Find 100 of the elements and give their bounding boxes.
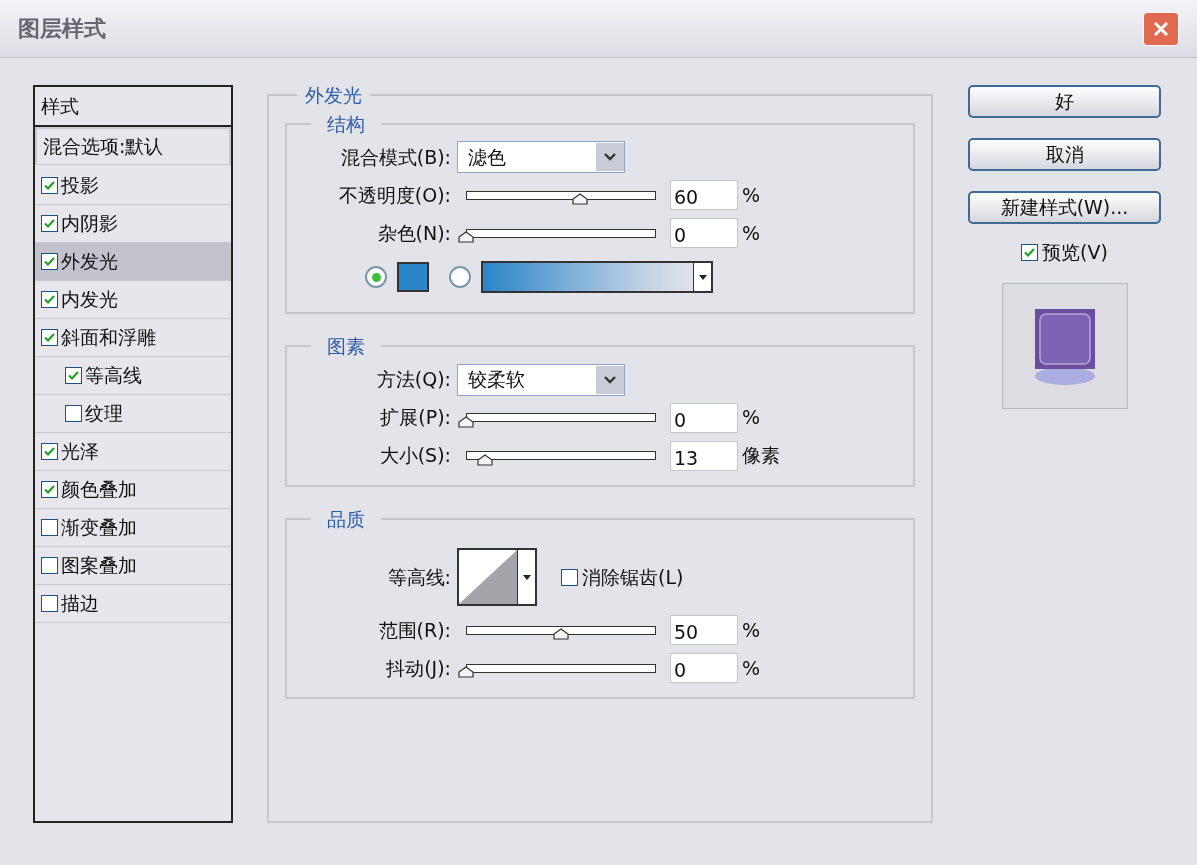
- unit-label: %: [742, 182, 761, 208]
- contour-curve-icon: [459, 550, 517, 604]
- checkbox[interactable]: [65, 367, 82, 384]
- group-title: 图素: [326, 334, 366, 359]
- item-label: 内阴影: [61, 211, 118, 237]
- unit-label: %: [742, 405, 761, 431]
- value-field[interactable]: 50: [670, 615, 738, 645]
- field-label: 范围(R):: [377, 617, 452, 643]
- item-label: 图案叠加: [61, 553, 137, 579]
- style-list-item[interactable]: 图案叠加: [35, 547, 231, 585]
- field-label: 等高线:: [386, 564, 452, 590]
- checkbox[interactable]: [41, 177, 58, 194]
- style-list-item[interactable]: 内发光: [35, 281, 231, 319]
- style-list-item[interactable]: 混合选项:默认: [35, 127, 231, 165]
- dropdown-value: 滤色: [467, 144, 507, 170]
- contour-picker[interactable]: [457, 548, 537, 606]
- checkbox[interactable]: [41, 557, 58, 574]
- checkbox[interactable]: [41, 215, 58, 232]
- style-list-item[interactable]: 渐变叠加: [35, 509, 231, 547]
- checkbox[interactable]: [41, 253, 58, 270]
- style-list-item[interactable]: 描边: [35, 585, 231, 623]
- field-label: 大小(S):: [378, 443, 452, 469]
- checkbox[interactable]: [41, 519, 58, 536]
- style-list-item[interactable]: 光泽: [35, 433, 231, 471]
- checkmark-icon: [44, 332, 55, 343]
- checkbox-label: 预览(V): [1042, 240, 1108, 265]
- item-label: 内发光: [61, 287, 118, 313]
- style-list-item[interactable]: 颜色叠加: [35, 471, 231, 509]
- radio-button[interactable]: [449, 266, 471, 288]
- slider-thumb[interactable]: [552, 628, 570, 640]
- slider-thumb[interactable]: [457, 666, 475, 678]
- checkbox[interactable]: [41, 443, 58, 460]
- value-field[interactable]: 0: [670, 653, 738, 683]
- window-title: 图层样式: [18, 15, 106, 43]
- gradient-picker[interactable]: [481, 261, 713, 293]
- dropdown[interactable]: 滤色: [457, 141, 625, 173]
- checkmark-icon: [44, 218, 55, 229]
- value-field[interactable]: 60: [670, 180, 738, 210]
- dialog-button[interactable]: 新建样式(W)...: [968, 191, 1161, 224]
- field-label: 不透明度(O):: [337, 182, 452, 208]
- field-label: 抖动(J):: [385, 655, 452, 681]
- checkbox[interactable]: [41, 291, 58, 308]
- item-label: 投影: [61, 173, 99, 199]
- checkmark-icon: [68, 370, 79, 381]
- style-list-item[interactable]: 投影: [35, 167, 231, 205]
- unit-label: 像素: [742, 443, 780, 469]
- field-label: 方法(Q):: [375, 367, 452, 393]
- item-label: 渐变叠加: [61, 515, 137, 541]
- close-button[interactable]: [1143, 11, 1179, 46]
- radio-button[interactable]: [365, 266, 387, 288]
- item-label: 外发光: [61, 249, 118, 275]
- checkbox[interactable]: [561, 568, 578, 586]
- caret-icon: [698, 274, 707, 280]
- group-title: 结构: [326, 111, 366, 137]
- unit-label: %: [742, 655, 761, 681]
- group-title: 品质: [326, 506, 366, 532]
- dropdown[interactable]: 较柔软: [457, 363, 625, 396]
- item-label: 斜面和浮雕: [61, 325, 156, 351]
- item-label: 等高线: [85, 363, 142, 389]
- list-header: 样式: [35, 87, 231, 127]
- dialog-button[interactable]: 取消: [968, 138, 1161, 171]
- slider-thumb[interactable]: [571, 193, 589, 205]
- checkbox[interactable]: [41, 595, 58, 612]
- style-list-item[interactable]: 纹理: [35, 395, 231, 433]
- field-label: 混合模式(B):: [339, 144, 452, 170]
- value-field[interactable]: 13: [670, 440, 738, 471]
- checkmark-icon: [1024, 246, 1036, 258]
- style-list-item[interactable]: 斜面和浮雕: [35, 319, 231, 357]
- panel-title: 外发光: [304, 83, 363, 108]
- checkmark-icon: [44, 180, 55, 191]
- unit-label: %: [742, 220, 761, 246]
- item-label: 混合选项:默认: [43, 134, 164, 160]
- checkmark-icon: [44, 446, 55, 457]
- checkmark-icon: [44, 256, 55, 267]
- caret-icon: [522, 574, 531, 580]
- field-label: 杂色(N):: [376, 220, 452, 246]
- slider-thumb[interactable]: [476, 453, 494, 466]
- close-icon: [1152, 19, 1170, 38]
- item-label: 光泽: [61, 439, 99, 465]
- item-label: 描边: [61, 591, 99, 617]
- checkbox[interactable]: [41, 481, 58, 498]
- value-field[interactable]: 0: [670, 218, 738, 248]
- checkmark-icon: [44, 294, 55, 305]
- value-field[interactable]: 0: [670, 402, 738, 433]
- checkbox[interactable]: [1021, 243, 1039, 261]
- dropdown-value: 较柔软: [467, 367, 526, 393]
- field-label: 扩展(P):: [379, 405, 452, 431]
- slider-thumb[interactable]: [457, 231, 475, 243]
- item-label: 颜色叠加: [61, 477, 137, 503]
- item-label: 纹理: [85, 401, 123, 427]
- style-list-item[interactable]: 外发光: [35, 243, 231, 281]
- checkmark-icon: [44, 484, 55, 495]
- unit-label: %: [742, 617, 761, 643]
- style-list-item[interactable]: 等高线: [35, 357, 231, 395]
- checkbox-label: 消除锯齿(L): [582, 564, 684, 590]
- dialog-button[interactable]: 好: [968, 85, 1161, 118]
- checkbox[interactable]: [41, 329, 58, 346]
- color-swatch[interactable]: [397, 262, 429, 292]
- checkbox[interactable]: [65, 405, 82, 422]
- slider-thumb[interactable]: [457, 415, 475, 428]
